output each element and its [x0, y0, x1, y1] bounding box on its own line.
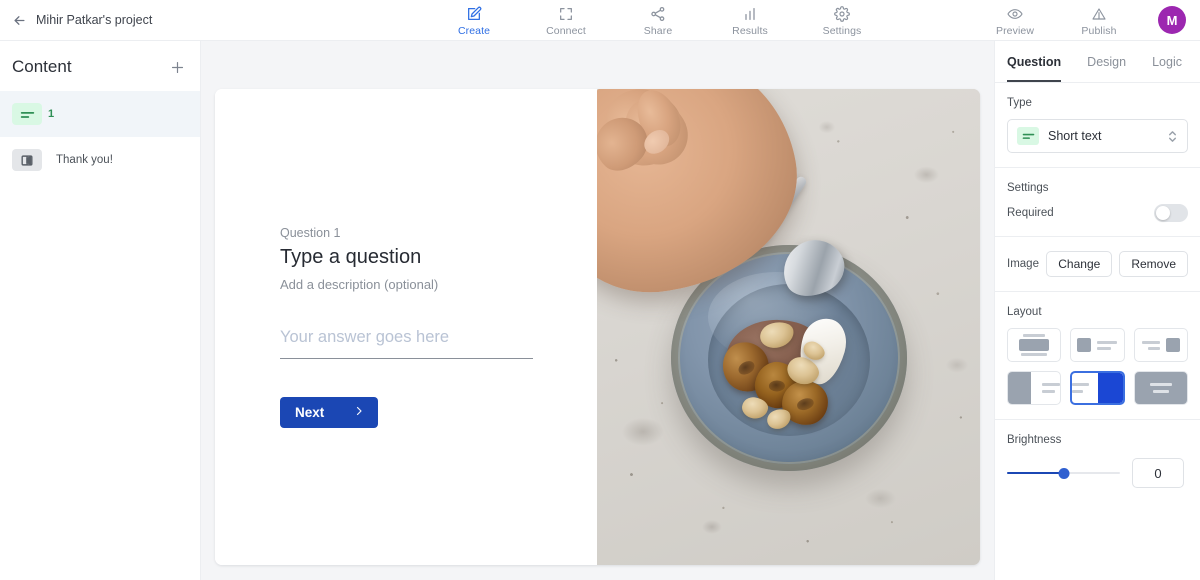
eye-icon [1007, 6, 1023, 23]
share-nodes-icon [650, 6, 666, 23]
sidebar-title: Content [12, 57, 72, 76]
question-index: Question 1 [280, 226, 341, 240]
question-image[interactable] [597, 89, 980, 565]
brightness-label: Brightness [1007, 434, 1062, 446]
nav-item-results[interactable]: Results [721, 4, 779, 37]
avatar[interactable]: M [1158, 6, 1186, 34]
sidebar-item-question-1[interactable]: 1 [0, 91, 200, 137]
nav-label-share: Share [643, 24, 673, 37]
settings-label: Settings [1007, 182, 1049, 194]
image-buttons: Change Remove [1046, 251, 1188, 277]
nav-item-create[interactable]: Create [445, 4, 503, 37]
plus-icon[interactable] [169, 59, 186, 76]
change-image-button[interactable]: Change [1046, 251, 1113, 277]
layout-option-image-left-split[interactable] [1007, 371, 1062, 405]
layout-options [1007, 328, 1188, 405]
main-nav: Create Connect Share Results Settings [330, 4, 986, 37]
question-title[interactable]: Type a question [280, 246, 533, 269]
question-content: Question 1 Type a question Add a descrip… [215, 89, 597, 565]
question-type-select[interactable]: Short text [1007, 119, 1188, 153]
chevron-up-down-icon [1167, 128, 1178, 145]
brightness-section: Brightness [995, 420, 1200, 502]
brightness-input[interactable] [1132, 458, 1184, 488]
brightness-row [1007, 458, 1188, 488]
next-button[interactable]: Next [280, 397, 378, 428]
publish-button[interactable]: Publish [1070, 4, 1128, 37]
layout-label: Layout [1007, 306, 1042, 318]
layout-option-image-full-background[interactable] [1133, 371, 1188, 405]
short-text-icon [12, 103, 42, 125]
nav-item-share[interactable]: Share [629, 4, 687, 37]
next-button-label: Next [295, 405, 325, 420]
content-sidebar: Content 1 Thank you! [0, 41, 201, 580]
pencil-square-icon [466, 6, 482, 23]
nav-label-create: Create [457, 24, 491, 37]
preview-label: Preview [995, 24, 1035, 37]
layout-option-image-left-small[interactable] [1070, 328, 1125, 362]
food-photograph [597, 89, 980, 565]
required-toggle[interactable] [1154, 204, 1188, 222]
image-row: Image Change Remove [1007, 251, 1188, 277]
layout-option-image-top-centered[interactable] [1007, 328, 1062, 362]
nav-label-connect: Connect [546, 24, 586, 37]
layout-option-image-right-small[interactable] [1133, 328, 1188, 362]
question-description[interactable]: Add a description (optional) [280, 277, 533, 292]
tab-design[interactable]: Design [1087, 55, 1126, 82]
type-label: Type [1007, 97, 1032, 109]
tab-logic[interactable]: Logic [1152, 55, 1182, 82]
image-label: Image [1007, 258, 1039, 270]
form-canvas: Question 1 Type a question Add a descrip… [201, 41, 994, 580]
image-section: Image Change Remove [995, 237, 1200, 291]
required-row: Required [1007, 204, 1188, 222]
header-right: Preview Publish M [986, 4, 1200, 37]
ending-screen-icon [12, 149, 42, 171]
short-text-icon [1017, 127, 1039, 145]
nav-label-settings: Settings [822, 24, 862, 37]
question-card: Question 1 Type a question Add a descrip… [215, 89, 980, 565]
remove-image-button[interactable]: Remove [1119, 251, 1188, 277]
layout-option-image-right-split[interactable] [1070, 371, 1125, 405]
expand-arrows-icon [558, 6, 574, 23]
sidebar-item-number: 1 [48, 108, 55, 120]
sidebar-header: Content [0, 41, 200, 91]
chevron-right-icon [353, 405, 365, 420]
nav-label-results: Results [732, 24, 768, 37]
layout-section: Layout [995, 292, 1200, 419]
sidebar-item-thank-you[interactable]: Thank you! [0, 137, 200, 183]
question-type-value: Short text [1048, 129, 1102, 143]
nav-item-connect[interactable]: Connect [537, 4, 595, 37]
brightness-slider[interactable] [1007, 466, 1120, 480]
properties-panel: Question Design Logic Type Short text Se… [994, 41, 1200, 580]
answer-input[interactable] [280, 328, 533, 359]
answer-field-wrapper [280, 328, 533, 359]
sidebar-item-label: Thank you! [56, 154, 113, 166]
preview-button[interactable]: Preview [986, 4, 1044, 37]
tab-question[interactable]: Question [1007, 55, 1062, 82]
gear-icon [834, 6, 850, 23]
required-label: Required [1007, 207, 1054, 219]
project-title[interactable]: Mihir Patkar's project [36, 13, 152, 27]
form-builder-app: Mihir Patkar's project Create Connect Sh… [0, 0, 1200, 580]
settings-section: Settings Required [995, 168, 1200, 236]
nav-item-settings[interactable]: Settings [813, 4, 871, 37]
header-left: Mihir Patkar's project [0, 13, 330, 28]
arrow-left-icon[interactable] [12, 13, 27, 28]
panel-tabs: Question Design Logic [995, 41, 1200, 82]
publish-label: Publish [1081, 24, 1117, 37]
upload-triangle-icon [1091, 6, 1107, 23]
type-section: Type Short text [995, 83, 1200, 167]
bar-chart-icon [742, 6, 758, 23]
top-header: Mihir Patkar's project Create Connect Sh… [0, 0, 1200, 41]
